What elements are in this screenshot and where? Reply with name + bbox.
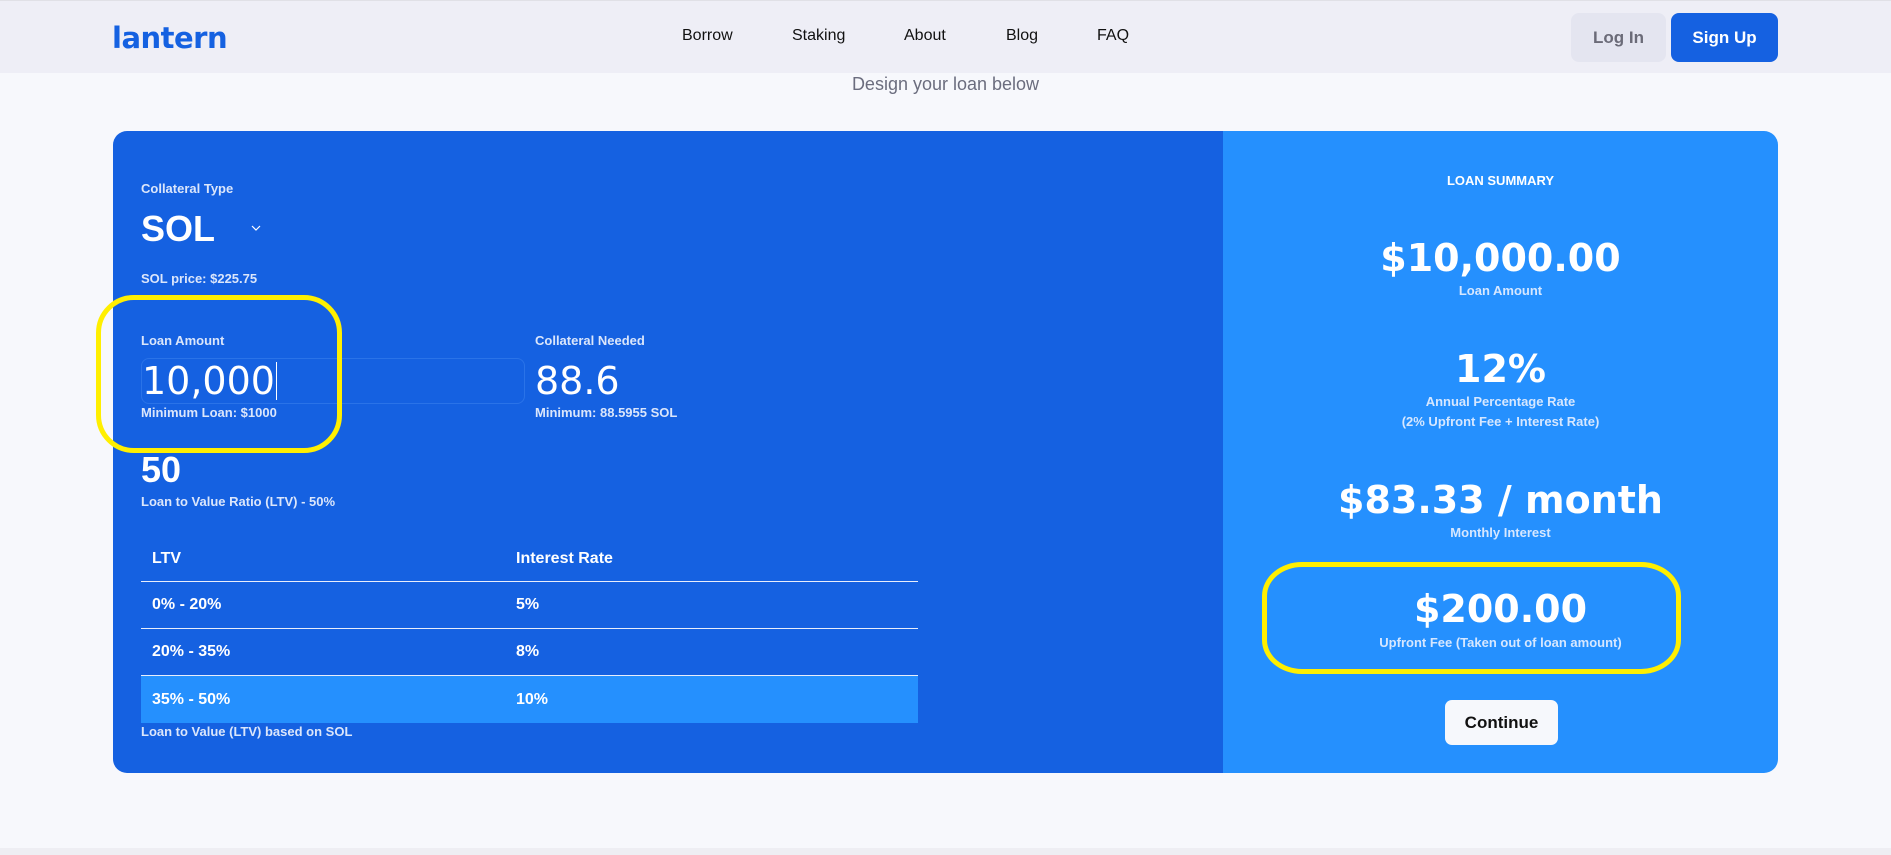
loan-amount-input[interactable]: 10,000 [141, 358, 525, 404]
summary-apr-label: Annual Percentage Rate [1425, 394, 1576, 409]
logo[interactable]: lantern [112, 21, 228, 55]
page-subtitle: Design your loan below [851, 74, 1040, 94]
summary-loan-amount-label: Loan Amount [1458, 283, 1543, 298]
summary-apr: 12% [1455, 347, 1546, 391]
row-rate: 5% [516, 596, 540, 613]
summary-title: LOAN SUMMARY [1446, 173, 1555, 188]
header-interest-rate: Interest Rate [516, 549, 613, 567]
collateral-type-label: Collateral Type [141, 181, 234, 196]
summary-monthly-label: Monthly Interest [1450, 525, 1551, 540]
header-ltv: LTV [152, 549, 182, 567]
page-footer-edge [0, 848, 1891, 855]
nav-staking[interactable]: Staking [792, 27, 845, 45]
ltv-label: Loan to Value Ratio (LTV) - 50% [141, 494, 336, 509]
row-rate: 8% [516, 643, 540, 660]
row-ltv: 0% - 20% [152, 596, 222, 613]
login-button[interactable]: Log In [1571, 13, 1666, 62]
collateral-price: SOL price: $225.75 [141, 271, 258, 286]
nav-blog[interactable]: Blog [1006, 27, 1038, 45]
summary-monthly-interest: $83.33 / month [1338, 478, 1663, 522]
loan-amount-value: 10,000 [142, 359, 275, 403]
collateral-type-value: SOL [141, 208, 216, 249]
summary-upfront-fee: $200.00 [1413, 587, 1588, 631]
row-rate: 10% [516, 690, 549, 708]
minimum-loan-text: Minimum Loan: $1000 [141, 405, 277, 420]
chevron-down-icon [251, 225, 261, 231]
summary-apr-sublabel: (2% Upfront Fee + Interest Rate) [1401, 414, 1600, 429]
collateral-type-select[interactable]: SOL [141, 207, 261, 251]
nav-borrow[interactable]: Borrow [682, 27, 733, 45]
top-navbar: lantern Borrow Staking About Blog FAQ Lo… [0, 0, 1891, 73]
collateral-minimum-text: Minimum: 88.5955 SOL [535, 405, 678, 420]
table-row: 20% - 35% 8% [141, 629, 918, 676]
continue-button[interactable]: Continue [1445, 700, 1558, 745]
table-row-active: 35% - 50% 10% [141, 676, 918, 723]
row-ltv: 35% - 50% [152, 690, 231, 708]
summary-upfront-fee-label: Upfront Fee (Taken out of loan amount) [1379, 635, 1622, 650]
loan-summary-panel: LOAN SUMMARY $10,000.00 Loan Amount 12% … [1223, 131, 1778, 773]
loan-amount-label: Loan Amount [141, 333, 225, 348]
signup-button[interactable]: Sign Up [1671, 13, 1778, 62]
nav-faq[interactable]: FAQ [1097, 27, 1129, 45]
summary-loan-amount: $10,000.00 [1380, 236, 1621, 280]
row-ltv: 20% - 35% [152, 643, 231, 660]
loan-designer-card: Collateral Type SOL SOL price: $225.75 L… [113, 131, 1778, 773]
ltv-value: 50 [141, 449, 182, 490]
ltv-footnote: Loan to Value (LTV) based on SOL [141, 724, 353, 739]
text-caret [275, 362, 277, 400]
collateral-needed-label: Collateral Needed [535, 333, 645, 348]
table-row: 0% - 20% 5% [141, 582, 918, 629]
ltv-rate-table: LTV Interest Rate 0% - 20% 5% 20% - 35% … [141, 536, 918, 723]
nav-about[interactable]: About [904, 27, 946, 45]
collateral-needed-value: 88.6 [535, 359, 620, 403]
loan-form-panel: Collateral Type SOL SOL price: $225.75 L… [113, 131, 1223, 773]
table-header: LTV Interest Rate [141, 536, 918, 582]
